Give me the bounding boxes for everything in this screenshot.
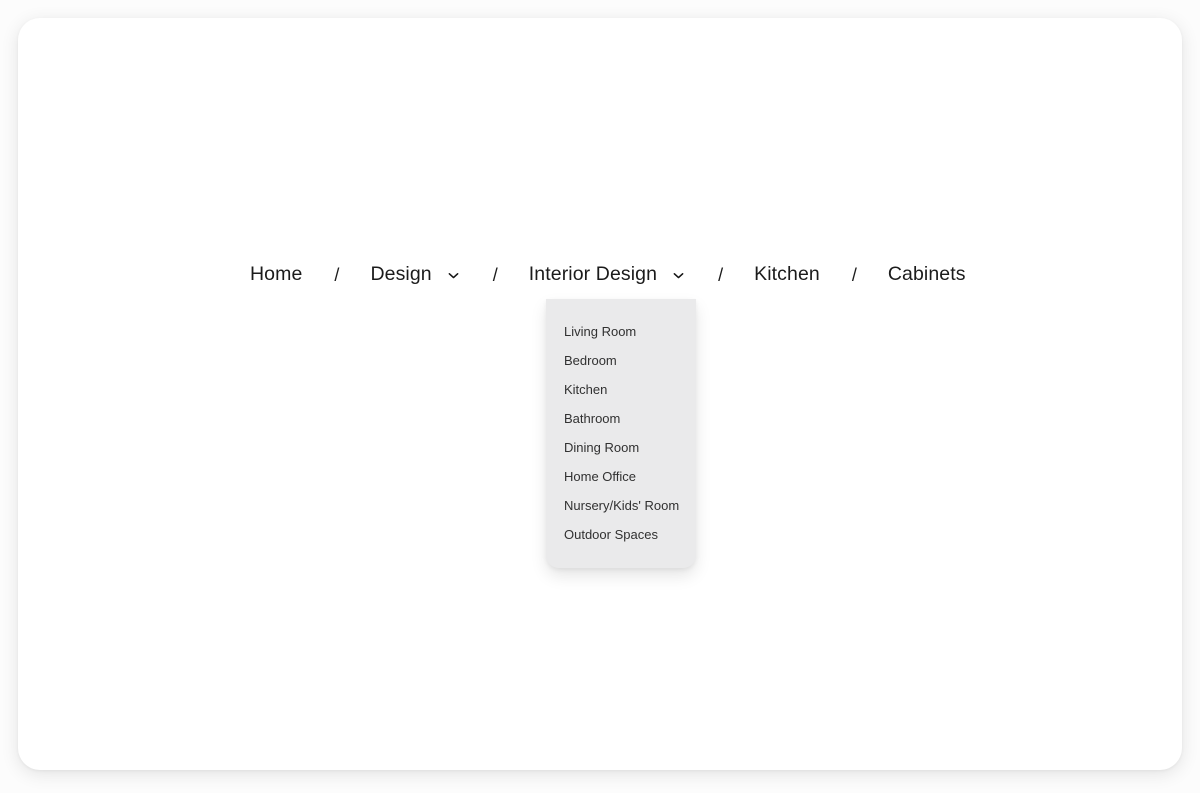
breadcrumb-separator: / [334,264,340,285]
dropdown-item-nursery-kids-room[interactable]: Nursery/Kids' Room [546,491,696,520]
dropdown-item-label: Home Office [564,469,637,484]
dropdown-item-label: Bathroom [564,411,621,426]
breadcrumb-item-label: Kitchen [754,263,820,286]
breadcrumb-item-kitchen[interactable]: Kitchen [754,263,820,287]
dropdown-item-living-room[interactable]: Living Room [546,317,696,346]
breadcrumb-item-cabinets[interactable]: Cabinets [888,263,966,287]
dropdown-item-kitchen[interactable]: Kitchen [546,375,696,404]
dropdown-item-outdoor-spaces[interactable]: Outdoor Spaces [546,520,696,549]
dropdown-item-dining-room[interactable]: Dining Room [546,433,696,462]
dropdown-item-label: Living Room [564,324,637,339]
breadcrumb-item-design[interactable]: Design [370,263,460,287]
breadcrumb-item-label: Design [370,263,432,286]
dropdown-item-label: Outdoor Spaces [564,527,658,542]
breadcrumb-item-label: Cabinets [887,263,966,286]
dropdown-menu-interior-design[interactable]: Living Room Bedroom Kitchen Bathroom Din… [546,299,696,568]
dropdown-item-label: Dining Room [564,440,640,455]
dropdown-item-bathroom[interactable]: Bathroom [546,404,696,433]
dropdown-item-label: Bedroom [564,353,617,368]
breadcrumb-separator: / [492,264,498,285]
breadcrumb-item-label: Interior Design [528,263,658,286]
breadcrumb-separator: / [718,264,724,285]
app-card: Home / Design / Interior Design / Kitche… [18,18,1182,770]
dropdown-item-bedroom[interactable]: Bedroom [546,346,696,375]
breadcrumb: Home / Design / Interior Design / Kitche… [250,243,966,307]
dropdown-item-home-office[interactable]: Home Office [546,462,696,491]
breadcrumb-item-home[interactable]: Home [250,263,302,287]
breadcrumb-item-label: Home [250,263,303,286]
chevron-down-icon[interactable] [671,268,686,283]
breadcrumb-separator: / [851,264,857,285]
dropdown-item-label: Nursery/Kids' Room [564,498,680,513]
dropdown-item-label: Kitchen [564,382,608,397]
chevron-down-icon[interactable] [446,268,461,283]
breadcrumb-item-interior-design[interactable]: Interior Design [529,263,686,287]
